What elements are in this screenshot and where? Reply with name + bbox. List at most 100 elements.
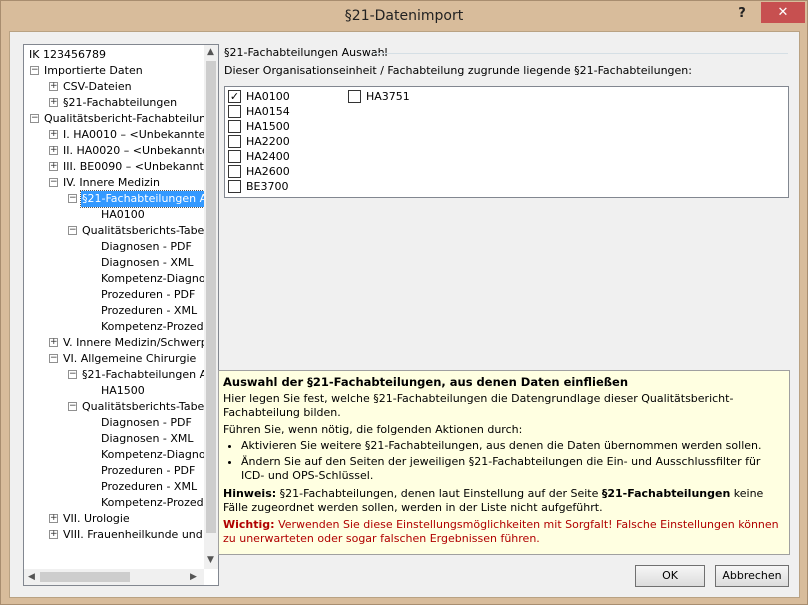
tree-node[interactable]: Qualitätsberichts-Tabell (81, 223, 204, 239)
expand-icon[interactable]: + (49, 338, 58, 347)
scroll-left-icon[interactable]: ◀ (28, 570, 35, 584)
tree-node[interactable]: II. HA0020 – <Unbekannte (62, 143, 204, 159)
cancel-button[interactable]: Abbrechen (715, 565, 789, 587)
tree-node[interactable]: Prozeduren - PDF (100, 463, 196, 479)
tree-node-label: Diagnosen - XML (101, 432, 194, 445)
collapse-icon[interactable]: − (68, 402, 77, 411)
tree-node[interactable]: I. HA0010 – <Unbekannter (62, 127, 204, 143)
tree-node-label: HA0100 (101, 208, 145, 221)
tree-node-label: Kompetenz-Prozedu (101, 320, 204, 333)
tree-node[interactable]: VII. Urologie (62, 511, 131, 527)
ok-button[interactable]: OK (635, 565, 705, 587)
tree-node-label: HA1500 (101, 384, 145, 397)
expand-icon[interactable]: + (49, 98, 58, 107)
close-button[interactable]: ✕ (761, 2, 805, 23)
info-warning: Wichtig: Verwenden Sie diese Einstellung… (223, 518, 785, 546)
tree-node[interactable]: Prozeduren - PDF (100, 287, 196, 303)
info-actions-intro: Führen Sie, wenn nötig, die folgenden Ak… (223, 423, 523, 436)
tree-node[interactable]: VIII. Frauenheilkunde und G (62, 527, 204, 543)
tree-node[interactable]: V. Innere Medizin/Schwerp (62, 335, 204, 351)
tree-node[interactable]: Kompetenz-Prozedu (100, 319, 204, 335)
fachabteilungen-checklist[interactable]: ✓ HA0100 HA0154 HA1500 HA2200 HA2400 HA2600 BE3… (224, 86, 789, 198)
tree-vertical-thumb[interactable] (206, 61, 216, 533)
checklist-item[interactable]: HA0154 (228, 104, 290, 119)
tree-horizontal-scrollbar[interactable]: ◀ ▶ (24, 569, 204, 585)
checkbox-icon[interactable] (228, 104, 241, 118)
checklist-item[interactable]: HA2400 (228, 149, 290, 164)
expand-icon[interactable]: + (49, 530, 58, 539)
tree-node[interactable]: §21-Fachabteilungen (62, 95, 178, 111)
tree-node[interactable]: Kompetenz-Prozedi (100, 495, 204, 511)
tree-node[interactable]: Kompetenz-Diagno (100, 271, 204, 287)
collapse-icon[interactable]: − (68, 226, 77, 235)
checkbox-icon[interactable] (228, 179, 241, 193)
info-bullet: Ändern Sie auf den Seiten der jeweiligen… (241, 455, 785, 483)
tree-node[interactable]: Diagnosen - PDF (100, 239, 193, 255)
tree-node[interactable]: Importierte Daten (43, 63, 144, 79)
checklist-item[interactable]: HA3751 (348, 89, 410, 104)
checkbox-icon[interactable] (228, 134, 241, 148)
checklist-item[interactable]: HA2200 (228, 134, 290, 149)
checklist-item[interactable]: BE3700 (228, 179, 289, 194)
info-bullet: Aktivieren Sie weitere §21-Fachabteilung… (241, 439, 785, 453)
collapse-icon[interactable]: − (68, 370, 77, 379)
tree-horizontal-thumb[interactable] (40, 572, 130, 582)
info-intro: Hier legen Sie fest, welche §21-Fachabte… (223, 392, 734, 419)
tree-node-label: Kompetenz-Diagno (101, 272, 204, 285)
checkbox-icon[interactable] (228, 149, 241, 163)
navigation-tree[interactable]: IK 123456789− Importierte Daten + CSV-Datei… (23, 44, 219, 586)
collapse-icon[interactable]: − (68, 194, 77, 203)
collapse-icon[interactable]: − (49, 354, 58, 363)
collapse-icon[interactable]: − (30, 114, 39, 123)
tree-node[interactable]: VI. Allgemeine Chirurgie (62, 351, 197, 367)
checkbox-icon[interactable] (228, 119, 241, 133)
checklist-item-label: HA3751 (366, 90, 410, 103)
checklist-item[interactable]: HA2600 (228, 164, 290, 179)
checkbox-checked-icon[interactable]: ✓ (228, 89, 241, 103)
tree-node[interactable]: Kompetenz-Diagno (100, 447, 204, 463)
checklist-item[interactable]: HA1500 (228, 119, 290, 134)
window-title: §21-Datenimport (344, 8, 464, 24)
checkbox-icon[interactable] (228, 164, 241, 178)
scroll-down-icon[interactable]: ▼ (207, 553, 214, 567)
tree-node[interactable]: Qualitätsberichts-Tabell (81, 399, 204, 415)
tree-node[interactable]: Diagnosen - PDF (100, 415, 193, 431)
tree-node-label: Prozeduren - PDF (101, 288, 196, 301)
hint-label: Hinweis: (223, 487, 277, 500)
tree-node-label: Qualitätsberichts-Tabell (82, 400, 204, 413)
tree-node[interactable]: IK 123456789 (28, 47, 107, 63)
expand-icon[interactable]: + (49, 130, 58, 139)
scroll-up-icon[interactable]: ▲ (207, 45, 214, 59)
tree-node[interactable]: §21-Fachabteilungen A (81, 367, 204, 383)
tree-node[interactable]: III. BE0090 – <Unbekannte (62, 159, 204, 175)
warning-label: Wichtig: (223, 518, 275, 531)
tree-node[interactable]: Diagnosen - XML (100, 255, 195, 271)
expand-icon[interactable]: + (49, 514, 58, 523)
tree-node[interactable]: IV. Innere Medizin (62, 175, 161, 191)
expand-icon[interactable]: + (49, 146, 58, 155)
scroll-right-icon[interactable]: ▶ (190, 570, 197, 584)
tree-vertical-scrollbar[interactable]: ▲ ▼ (204, 45, 218, 569)
help-button[interactable]: ? (731, 5, 753, 23)
tree-node[interactable]: Qualitätsbericht-Fachabteilunge (43, 111, 204, 127)
tree-node[interactable]: CSV-Dateien (62, 79, 133, 95)
collapse-icon[interactable]: − (49, 178, 58, 187)
tree-node-label: II. HA0020 – <Unbekannte (63, 144, 204, 157)
tree-node[interactable]: §21-Fachabteilungen A (79, 190, 204, 208)
checklist-item[interactable]: ✓ HA0100 (228, 89, 290, 104)
checklist-item-label: HA1500 (246, 120, 290, 133)
tree-node-label: Kompetenz-Diagno (101, 448, 204, 461)
hint-text-1: §21-Fachabteilungen, denen laut Einstell… (279, 487, 599, 500)
checkbox-icon[interactable] (348, 89, 361, 103)
expand-icon[interactable]: + (49, 162, 58, 171)
checklist-item-label: HA2600 (246, 165, 290, 178)
tree-node[interactable]: Diagnosen - XML (100, 431, 195, 447)
tree-node[interactable]: HA0100 (100, 207, 146, 223)
tree-node[interactable]: Prozeduren - XML (100, 479, 198, 495)
collapse-icon[interactable]: − (30, 66, 39, 75)
tree-node[interactable]: HA1500 (100, 383, 146, 399)
info-bullet-list: Aktivieren Sie weitere §21-Fachabteilung… (223, 439, 785, 483)
tree-node-label: Prozeduren - PDF (101, 464, 196, 477)
expand-icon[interactable]: + (49, 82, 58, 91)
tree-node[interactable]: Prozeduren - XML (100, 303, 198, 319)
